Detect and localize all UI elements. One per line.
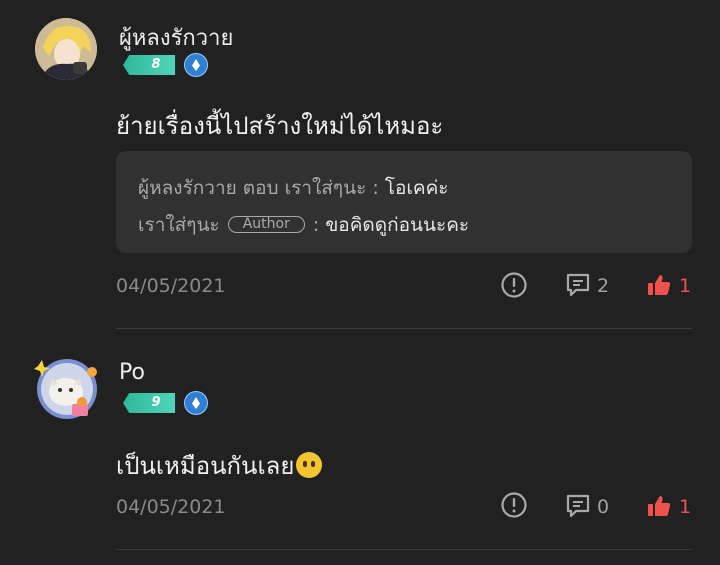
- neutral-face-emoji-icon: [296, 452, 323, 478]
- avatar-image: [34, 359, 97, 419]
- reply-connector: ตอบ: [236, 177, 285, 199]
- diamond-icon: [192, 59, 200, 71]
- avatar[interactable]: [35, 18, 97, 80]
- comment-text: เป็นเหมือนกันเลย: [116, 446, 323, 485]
- reply-separator: :: [366, 177, 385, 199]
- reply-count: 0: [597, 496, 610, 518]
- reply-target: เราใส่ๆนะ: [284, 177, 367, 199]
- level-number: 8: [151, 57, 161, 72]
- reply-button[interactable]: [564, 492, 592, 524]
- emoji-eye: [311, 461, 316, 467]
- chat-bubble-icon: [566, 494, 590, 518]
- reply-line[interactable]: เราใส่ๆนะ Author : ขอคิดดูก่อนนะคะ: [138, 210, 469, 240]
- comment-date: 04/05/2021: [116, 275, 226, 297]
- author-tag: Author: [227, 216, 305, 233]
- level-number: 9: [151, 395, 161, 410]
- chat-bubble-icon: [566, 273, 590, 297]
- comment-date: 04/05/2021: [116, 496, 226, 518]
- reply-count: 2: [597, 275, 610, 297]
- reply-line[interactable]: ผู้หลงรักวาย ตอบ เราใส่ๆนะ : โอเคค่ะ: [138, 173, 449, 203]
- thumbs-up-icon: [648, 275, 671, 295]
- reply-separator: :: [306, 214, 326, 236]
- comment-1: ผู้หลงรักวาย 8 ย้ายเรื่องนี้ไปสร้างใหม่ไ…: [0, 0, 720, 330]
- thumbs-up-icon: [648, 496, 671, 516]
- reply-preview-box[interactable]: ผู้หลงรักวาย ตอบ เราใส่ๆนะ : โอเคค่ะ เรา…: [116, 151, 692, 253]
- exclamation-circle-icon: [501, 272, 527, 298]
- comment-text-content: เป็นเหมือนกันเลย: [116, 452, 295, 480]
- username[interactable]: Po: [119, 360, 145, 385]
- avatar-image: [35, 18, 97, 80]
- level-badge: 9: [123, 393, 175, 413]
- comment-2: Po 9 เป็นเหมือนกันเลย 04/05/2021 0 1: [0, 330, 720, 565]
- reply-author: ผู้หลงรักวาย: [138, 177, 237, 199]
- level-badge: 8: [123, 55, 175, 75]
- divider: [116, 328, 692, 329]
- reply-text: โอเคค่ะ: [384, 177, 449, 199]
- report-button[interactable]: [500, 271, 528, 303]
- comment-text: ย้ายเรื่องนี้ไปสร้างใหม่ได้ไหมอะ: [116, 112, 444, 140]
- username[interactable]: ผู้หลงรักวาย: [119, 20, 233, 55]
- emoji-eye: [303, 461, 308, 467]
- like-count: 1: [679, 496, 692, 518]
- diamond-icon: [192, 397, 200, 409]
- reply-button[interactable]: [564, 271, 592, 303]
- like-count: 1: [679, 275, 692, 297]
- divider: [116, 549, 692, 550]
- reply-author: เราใส่ๆนะ: [138, 214, 220, 236]
- verified-diamond-icon: [184, 391, 208, 415]
- report-button[interactable]: [500, 491, 528, 523]
- like-button[interactable]: [646, 493, 672, 523]
- verified-diamond-icon: [184, 53, 208, 77]
- avatar[interactable]: [34, 356, 97, 419]
- like-button[interactable]: [646, 272, 672, 302]
- reply-text: ขอคิดดูก่อนนะคะ: [325, 214, 470, 236]
- exclamation-circle-icon: [501, 492, 527, 518]
